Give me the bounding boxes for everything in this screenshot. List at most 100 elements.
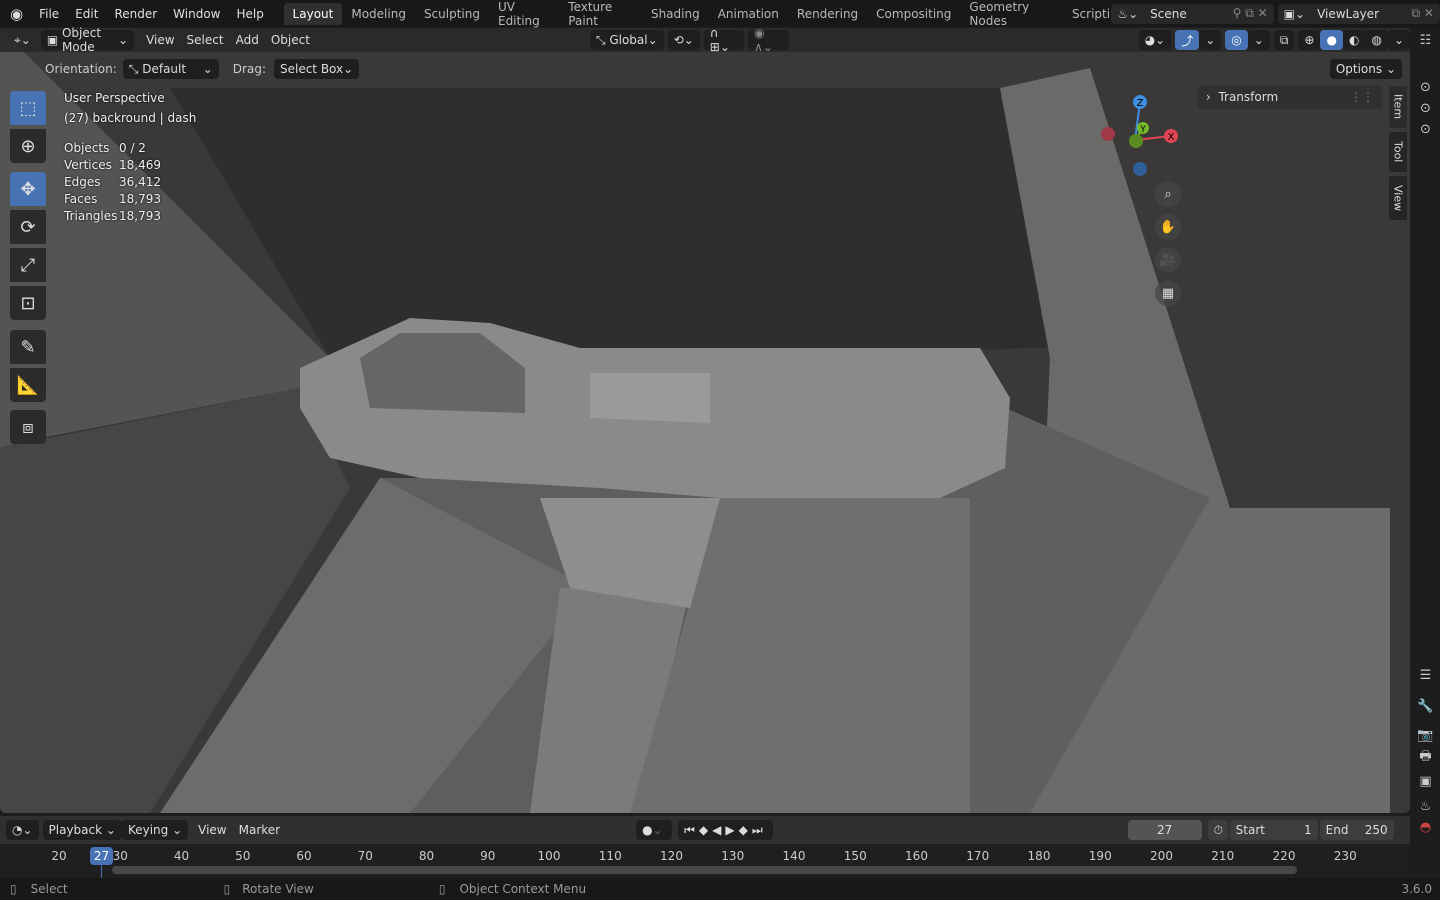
view-layer-name[interactable]: ViewLayer bbox=[1317, 7, 1411, 21]
snap-button[interactable]: ∩ ⊞⌄ bbox=[703, 26, 745, 54]
camera-icon[interactable]: 🎥 bbox=[1155, 247, 1181, 273]
drag-dropdown[interactable]: Select Box ⌄ bbox=[273, 59, 360, 79]
render-icon[interactable]: ⊙ bbox=[1411, 98, 1440, 119]
prev-keyframe-icon[interactable]: ◆ bbox=[699, 823, 712, 837]
visibility-button[interactable]: ◕⌄ bbox=[1138, 30, 1172, 50]
gizmo-toggle[interactable]: ⤴ bbox=[1175, 30, 1200, 50]
pivot-point-button[interactable]: ⟲⌄ bbox=[667, 30, 700, 50]
neg-x-handle[interactable] bbox=[1101, 127, 1115, 141]
transform-tool[interactable]: ⊡ bbox=[10, 286, 46, 320]
blender-logo-icon[interactable]: ◉ bbox=[0, 5, 31, 23]
neg-z-handle[interactable] bbox=[1133, 162, 1147, 176]
keying-menu[interactable]: Keying ⌄ bbox=[121, 820, 189, 840]
tab-layout[interactable]: Layout bbox=[283, 2, 343, 25]
3d-viewport[interactable] bbox=[0, 28, 1410, 813]
playhead-frame[interactable]: 27 bbox=[90, 847, 113, 865]
scale-tool[interactable]: ⤢ bbox=[10, 248, 46, 282]
jump-start-icon[interactable]: ⏮ bbox=[684, 823, 699, 838]
menu-file[interactable]: File bbox=[31, 7, 67, 21]
tab-scripting[interactable]: Scripting bbox=[1063, 3, 1109, 25]
rendered-shading[interactable]: ◍ bbox=[1365, 30, 1388, 50]
screenshot-icon[interactable]: ⊙ bbox=[1411, 119, 1440, 140]
mode-selector[interactable]: ▣ Object Mode ⌄ bbox=[40, 26, 135, 54]
jump-end-icon[interactable]: ⏭ bbox=[752, 823, 767, 838]
tab-sculpting[interactable]: Sculpting bbox=[415, 3, 489, 25]
scene-name[interactable]: Scene bbox=[1150, 7, 1232, 21]
playback-menu[interactable]: Playback ⌄ bbox=[42, 820, 122, 840]
view-layer-properties-icon[interactable]: ▣ bbox=[1411, 771, 1440, 792]
outliner-icon[interactable]: ☷ bbox=[1411, 30, 1440, 51]
wireframe-shading[interactable]: ⊕ bbox=[1298, 30, 1321, 50]
transform-orientation-dropdown[interactable]: ⤡ Global ⌄ bbox=[589, 30, 664, 50]
gizmo-dropdown[interactable]: ⌄ bbox=[1199, 30, 1222, 50]
tab-uv-editing[interactable]: UV Editing bbox=[489, 0, 559, 32]
menu-select[interactable]: Select bbox=[181, 30, 230, 50]
scene-selector[interactable]: ♨⌄ Scene ⚲ ⧉ ✕ bbox=[1111, 3, 1274, 24]
annotate-tool[interactable]: ✎ bbox=[10, 330, 46, 364]
menu-object[interactable]: Object bbox=[265, 30, 316, 50]
properties-editor-icon[interactable]: ☰ bbox=[1411, 665, 1440, 686]
tab-rendering[interactable]: Rendering bbox=[788, 3, 867, 25]
auto-keying-toggle[interactable]: ● ⌄ bbox=[636, 820, 673, 840]
play-icon[interactable]: ▶ bbox=[725, 823, 738, 837]
menu-render[interactable]: Render bbox=[106, 7, 165, 21]
tab-compositing[interactable]: Compositing bbox=[867, 3, 960, 25]
tab-texture-paint[interactable]: Texture Paint bbox=[559, 0, 642, 32]
menu-edit[interactable]: Edit bbox=[67, 7, 106, 21]
tab-modeling[interactable]: Modeling bbox=[342, 3, 415, 25]
copy-icon[interactable]: ⧉ ✕ bbox=[1412, 6, 1434, 21]
sidebar-tab-item[interactable]: Item bbox=[1389, 86, 1407, 128]
sidebar-tab-tool[interactable]: Tool bbox=[1389, 132, 1407, 172]
tab-shading[interactable]: Shading bbox=[642, 3, 709, 25]
menu-window[interactable]: Window bbox=[165, 7, 228, 21]
transform-panel-header[interactable]: › Transform ⋮⋮ bbox=[1198, 85, 1382, 109]
options-button[interactable]: Options ⌄ bbox=[1329, 59, 1402, 79]
zoom-icon[interactable]: ⌕ bbox=[1155, 181, 1181, 207]
tool-properties-icon[interactable]: 🔧 bbox=[1411, 696, 1440, 717]
next-keyframe-icon[interactable]: ◆ bbox=[739, 823, 752, 837]
end-frame-field[interactable]: End 250 bbox=[1319, 820, 1394, 840]
tab-geometry-nodes[interactable]: Geometry Nodes bbox=[960, 0, 1063, 32]
marker-menu[interactable]: Marker bbox=[233, 820, 286, 840]
cursor-tool[interactable]: ⊕ bbox=[10, 129, 46, 163]
select-box-tool[interactable]: ⬚ bbox=[10, 91, 46, 125]
scene-properties-icon[interactable]: ♨ bbox=[1411, 796, 1440, 817]
drag-handle-icon[interactable]: ⋮⋮ bbox=[1350, 90, 1374, 104]
shading-dropdown[interactable]: ⌄ bbox=[1387, 30, 1410, 50]
tab-animation[interactable]: Animation bbox=[709, 3, 788, 25]
menu-add[interactable]: Add bbox=[230, 30, 265, 50]
editor-type-button[interactable]: ⌖⌄ bbox=[8, 30, 37, 50]
neg-y-handle[interactable] bbox=[1129, 134, 1143, 148]
output-properties-icon[interactable]: 🖶 bbox=[1411, 746, 1440, 767]
menu-view[interactable]: View bbox=[140, 30, 180, 50]
timeline-ruler[interactable]: 20 30 40 50 60 70 80 90 100 110 120 130 140 150 160 170… bbox=[0, 844, 1410, 878]
navigation-gizmo[interactable]: Z X Y bbox=[1095, 90, 1185, 180]
current-frame-field[interactable]: 27 bbox=[1127, 820, 1202, 840]
rotate-tool[interactable]: ⟳ bbox=[10, 210, 46, 244]
camera-view-icon[interactable]: ⊙ bbox=[1411, 77, 1440, 98]
play-reverse-icon[interactable]: ◀ bbox=[712, 823, 725, 837]
pin-icon[interactable]: ⚲ ⧉ ✕ bbox=[1233, 6, 1268, 21]
xray-toggle[interactable]: ⧉ bbox=[1273, 30, 1295, 50]
grid-perspective-icon[interactable]: ▦ bbox=[1155, 280, 1181, 306]
sidebar-tab-view[interactable]: View bbox=[1389, 176, 1407, 220]
solid-shading[interactable]: ● bbox=[1320, 30, 1343, 50]
menu-help[interactable]: Help bbox=[229, 7, 272, 21]
timeline-editor-type[interactable]: ◔⌄ bbox=[6, 820, 39, 840]
world-properties-icon[interactable]: ◓ bbox=[1411, 817, 1440, 838]
hand-pan-icon[interactable]: ✋ bbox=[1155, 214, 1181, 240]
proportional-edit-button[interactable]: ◉ ∧⌄ bbox=[748, 26, 789, 54]
render-properties-icon[interactable]: 📷 bbox=[1411, 725, 1440, 746]
overlay-dropdown[interactable]: ⌄ bbox=[1247, 30, 1270, 50]
measure-tool[interactable]: 📐 bbox=[10, 368, 46, 402]
stopwatch-icon[interactable]: ⏱ bbox=[1207, 820, 1228, 840]
timeline-view-menu[interactable]: View bbox=[192, 820, 232, 840]
start-frame-field[interactable]: Start 1 bbox=[1229, 820, 1318, 840]
material-shading[interactable]: ◐ bbox=[1342, 30, 1366, 50]
move-tool[interactable]: ✥ bbox=[10, 172, 46, 206]
x-label: X bbox=[1168, 132, 1175, 143]
add-cube-tool[interactable]: ⧈ bbox=[10, 410, 46, 444]
view-layer-selector[interactable]: ▣⌄ ViewLayer ⧉ ✕ bbox=[1277, 3, 1440, 24]
overlay-toggle[interactable]: ◎ bbox=[1225, 30, 1248, 50]
orientation-dropdown[interactable]: ⤡ Default ⌄ bbox=[122, 59, 219, 79]
